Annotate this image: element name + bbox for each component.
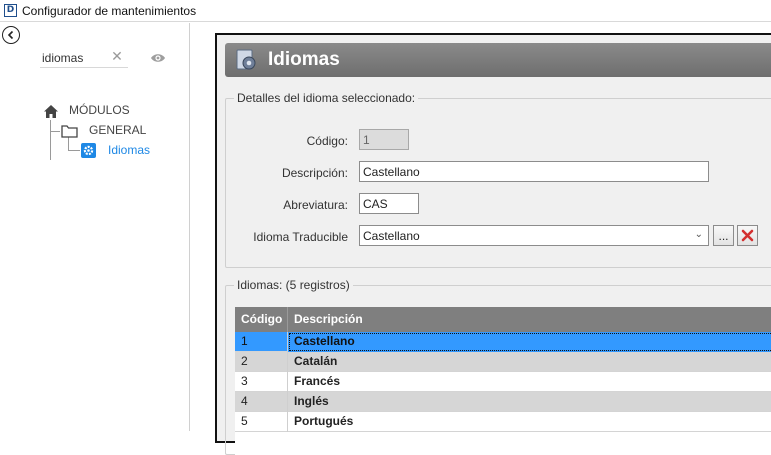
tree-connector (50, 131, 60, 132)
traducible-label: Idioma Traducible (253, 230, 348, 244)
table-row[interactable]: 2 Catalán (235, 352, 771, 372)
tree-connector (68, 137, 69, 151)
browse-button[interactable]: ... (713, 225, 734, 246)
table-row[interactable]: 4 Inglés (235, 392, 771, 412)
maintenance-panel: Idiomas Detalles del idioma seleccionado… (215, 33, 771, 455)
cell-descripcion: Castellano (288, 332, 771, 352)
list-legend: Idiomas: (5 registros) (234, 278, 353, 292)
cell-codigo: 2 (235, 352, 288, 372)
app-icon: D (4, 4, 17, 17)
title-bar: D Configurador de mantenimientos (0, 0, 771, 22)
table-row[interactable]: 3 Francés (235, 372, 771, 392)
column-header-descripcion[interactable]: Descripción (288, 307, 771, 332)
delete-x-icon (741, 229, 754, 242)
chevron-down-icon: ⌄ (694, 229, 703, 240)
details-group: Detalles del idioma seleccionado: Código… (225, 91, 771, 268)
column-header-codigo[interactable]: Código (235, 307, 288, 332)
table-row[interactable]: 1 Castellano (235, 332, 771, 352)
panel-header: Idiomas (225, 43, 771, 77)
delete-button[interactable] (737, 225, 758, 246)
window-title: Configurador de mantenimientos (22, 3, 197, 18)
cell-descripcion: Francés (288, 372, 771, 392)
close-icon[interactable]: ✕ (110, 50, 124, 64)
codigo-label: Código: (306, 134, 348, 148)
folder-icon (61, 125, 78, 138)
cell-codigo: 4 (235, 392, 288, 412)
chevron-left-icon (7, 30, 14, 40)
abreviatura-label: Abreviatura: (283, 198, 348, 212)
abreviatura-field[interactable] (359, 193, 419, 214)
languages-table: Código Descripción 1 Castellano 2 Catalá… (235, 307, 771, 455)
eye-icon[interactable] (150, 52, 166, 64)
sidebar: ✕ MÓDULOS GENERAL Idiomas (0, 23, 190, 431)
descripcion-label: Descripción: (281, 166, 348, 180)
tree-connector (50, 120, 51, 160)
panel-title: Idiomas (268, 49, 340, 70)
tree-connector (68, 150, 80, 151)
cell-descripcion: Inglés (288, 392, 771, 412)
cell-codigo: 1 (235, 332, 288, 352)
cell-descripcion: Portugués (288, 412, 771, 432)
table-row[interactable]: 5 Portugués (235, 412, 771, 432)
traducible-select[interactable]: Castellano ⌄ (359, 225, 709, 246)
codigo-field (359, 129, 409, 150)
details-legend: Detalles del idioma seleccionado: (234, 91, 419, 105)
back-button[interactable] (2, 26, 20, 44)
descripcion-field[interactable] (359, 161, 709, 182)
cell-codigo: 5 (235, 412, 288, 432)
home-icon (44, 105, 58, 118)
list-group: Idiomas: (5 registros) Código Descripció… (225, 278, 771, 455)
cell-descripcion: Catalán (288, 352, 771, 372)
tree-root-modulos[interactable]: MÓDULOS (69, 103, 130, 117)
table-header: Código Descripción (235, 307, 771, 332)
tree-group-general[interactable]: GENERAL (89, 123, 146, 137)
main-area: Idiomas Detalles del idioma seleccionado… (191, 23, 771, 455)
gear-icon (81, 143, 96, 158)
tree-item-idiomas[interactable]: Idiomas (108, 143, 150, 157)
traducible-select-value: Castellano (363, 229, 420, 243)
settings-document-icon (236, 49, 256, 70)
cell-codigo: 3 (235, 372, 288, 392)
